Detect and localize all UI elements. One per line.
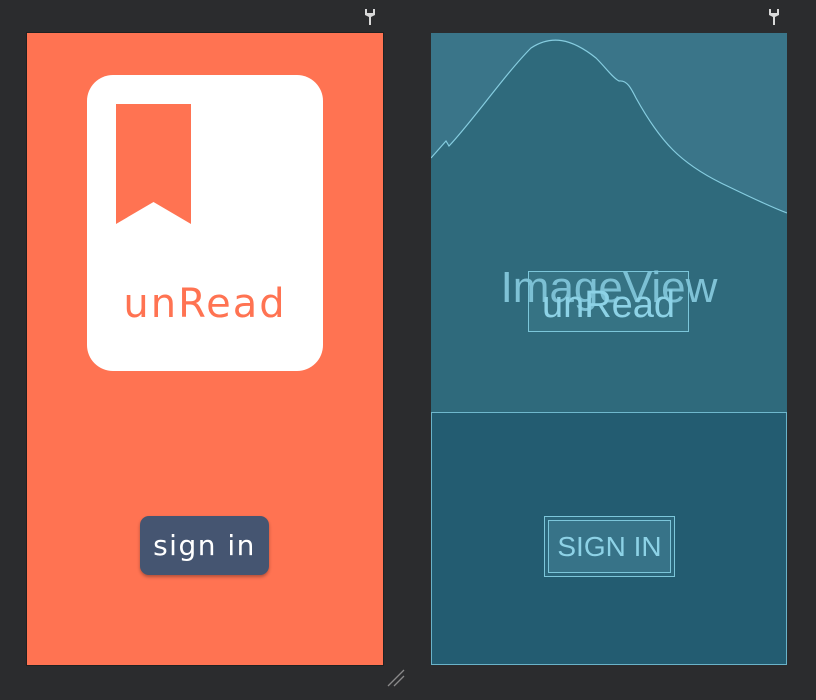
bookmark-icon <box>116 104 191 224</box>
blueprint-logo-text[interactable]: unRead <box>528 271 689 332</box>
wave-outline-icon <box>431 33 787 214</box>
blueprint-sign-in-label: SIGN IN <box>548 520 671 573</box>
blueprint-sign-in-button[interactable]: SIGN IN <box>544 516 675 577</box>
logo-card[interactable]: unRead <box>87 75 323 371</box>
logo-text: unRead <box>123 281 287 327</box>
blueprint-pin-icon[interactable] <box>767 8 781 26</box>
design-surface[interactable]: unRead sign in <box>27 33 383 665</box>
design-pin-icon[interactable] <box>363 8 377 26</box>
blueprint-surface[interactable]: ImageView unRead SIGN IN <box>431 33 787 665</box>
resize-handle-icon[interactable] <box>386 668 406 688</box>
blueprint-image-view[interactable]: ImageView unRead <box>431 33 787 413</box>
sign-in-button[interactable]: sign in <box>140 516 269 575</box>
